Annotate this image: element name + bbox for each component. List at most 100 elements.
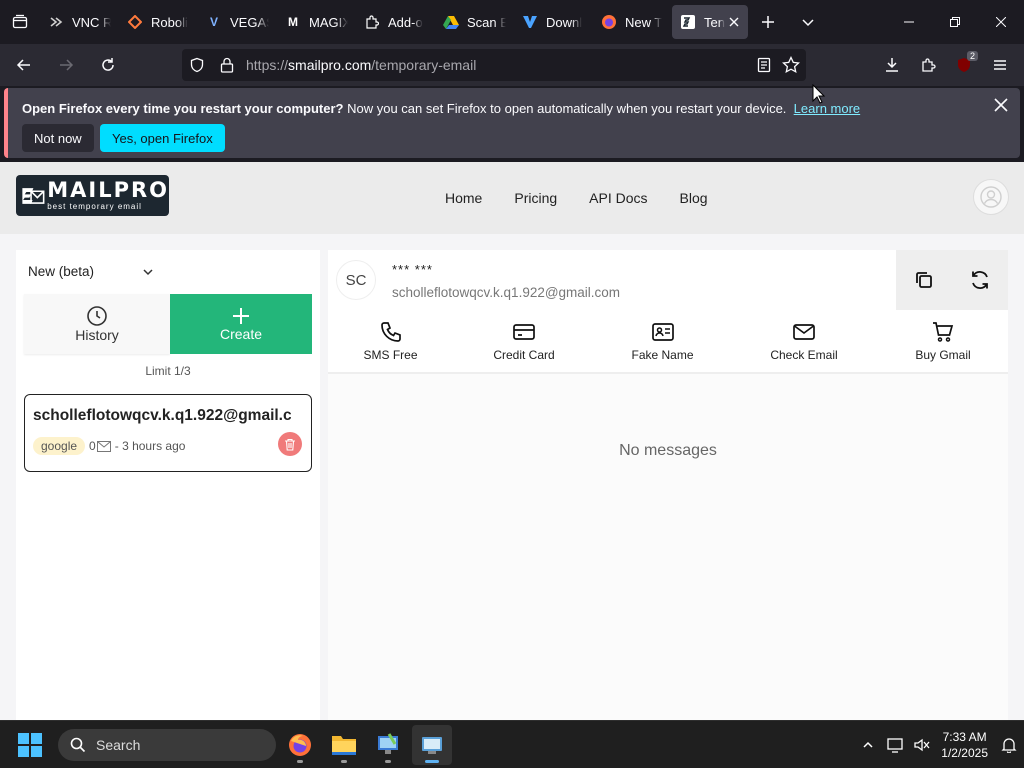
credit-card-link[interactable]: Credit Card xyxy=(453,310,595,372)
email-age: - 3 hours ago xyxy=(114,439,186,453)
taskbar-file-explorer[interactable] xyxy=(324,725,364,765)
close-window-button[interactable] xyxy=(978,0,1024,44)
browser-tab[interactable]: Add-o xyxy=(356,5,435,39)
puzzle-icon xyxy=(922,58,936,72)
vnc-icon xyxy=(48,14,64,30)
email-card[interactable]: scholleflotowqcv.k.q1.922@gmail.com goog… xyxy=(24,394,312,472)
web-page: MAILPRO best temporary email Home Pricin… xyxy=(0,162,1024,720)
puzzle-icon xyxy=(364,14,380,30)
browser-tab[interactable]: V VEGAS xyxy=(198,5,277,39)
logo-title: MAILPRO xyxy=(47,178,169,202)
create-email-button[interactable]: Create xyxy=(170,294,312,354)
notification-close-button[interactable] xyxy=(994,98,1008,117)
taskbar-firefox[interactable] xyxy=(280,725,320,765)
notification-title: Open Firefox every time you restart your… xyxy=(22,101,344,116)
volume-status[interactable] xyxy=(909,737,935,753)
check-email-link[interactable]: Check Email xyxy=(730,310,878,372)
minimize-button[interactable] xyxy=(886,0,932,44)
extensions-button[interactable] xyxy=(910,49,946,81)
services-bar: SMS Free Credit Card Fake Name Check Ema… xyxy=(328,310,1008,374)
refresh-icon xyxy=(972,271,988,289)
inbox-address[interactable]: scholleflotowqcv.k.q1.922@gmail.com xyxy=(392,285,620,300)
envelope-icon xyxy=(793,324,815,340)
refresh-inbox-button[interactable] xyxy=(952,250,1008,310)
tab-title: Ten xyxy=(704,14,725,30)
empty-inbox-message: No messages xyxy=(619,442,717,459)
browser-tab[interactable]: New T xyxy=(593,5,672,39)
lock-icon[interactable] xyxy=(212,57,242,73)
phone-icon xyxy=(380,322,401,342)
trash-icon xyxy=(285,438,295,451)
network-status[interactable] xyxy=(883,737,909,753)
learn-more-link[interactable]: Learn more xyxy=(794,101,860,116)
browser-tab[interactable]: Downl xyxy=(514,5,593,39)
browser-tab[interactable]: Scan E xyxy=(435,5,514,39)
tab-title: Downl xyxy=(546,14,583,30)
nav-home[interactable]: Home xyxy=(445,190,482,206)
sms-free-label: SMS Free xyxy=(363,348,418,362)
list-all-tabs-button[interactable] xyxy=(788,0,828,44)
inbox-panel: SC *** *** scholleflotowqcv.k.q1.922@gma… xyxy=(328,250,1008,720)
tab-title: Add-o xyxy=(388,14,423,30)
notifications-button[interactable] xyxy=(994,737,1024,753)
close-tab-icon[interactable] xyxy=(729,14,739,30)
bookmark-star-icon[interactable] xyxy=(782,56,800,74)
fake-name-link[interactable]: Fake Name xyxy=(595,310,730,372)
tab-title: VEGAS xyxy=(230,14,269,30)
mail-logo-icon xyxy=(22,187,45,204)
tracking-protection-shield-icon[interactable] xyxy=(182,57,212,73)
tab-title: New T xyxy=(625,14,663,30)
history-button[interactable]: History xyxy=(24,294,170,354)
sms-free-link[interactable]: SMS Free xyxy=(328,310,453,372)
browser-tab[interactable]: Roboli xyxy=(119,5,198,39)
email-type-select[interactable]: New (beta) xyxy=(28,264,154,279)
message-count: 0 xyxy=(89,439,96,453)
taskbar-clock[interactable]: 7:33 AM 1/2/2025 xyxy=(941,729,988,761)
reload-button[interactable] xyxy=(90,49,126,81)
site-logo[interactable]: MAILPRO best temporary email xyxy=(16,175,169,216)
notification-message: Open Firefox every time you restart your… xyxy=(22,101,860,116)
forward-button[interactable] xyxy=(48,49,84,81)
not-now-button[interactable]: Not now xyxy=(22,124,94,152)
firefox-view-button[interactable] xyxy=(0,0,40,44)
notification-body: Now you can set Firefox to open automati… xyxy=(343,101,787,116)
url-bar[interactable]: https://smailpro.com/temporary-email xyxy=(182,49,806,81)
new-tab-button[interactable] xyxy=(748,0,788,44)
show-hidden-icons-button[interactable] xyxy=(853,739,883,751)
search-label: Search xyxy=(96,737,141,753)
plus-icon xyxy=(233,308,249,324)
restore-button[interactable] xyxy=(932,0,978,44)
nav-pricing[interactable]: Pricing xyxy=(514,190,557,206)
firefox-startup-notification: Open Firefox every time you restart your… xyxy=(4,88,1020,158)
browser-tab[interactable]: VNC R xyxy=(40,5,119,39)
email-actions: History Create xyxy=(24,294,312,354)
windows-start-icon[interactable] xyxy=(18,733,42,757)
clock-time: 7:33 AM xyxy=(942,730,987,744)
user-account-button[interactable] xyxy=(973,179,1009,215)
firefox-icon xyxy=(289,734,311,756)
reader-view-icon[interactable] xyxy=(756,57,772,73)
taskbar-search[interactable]: Search xyxy=(58,729,276,761)
browser-tab[interactable]: M MAGIX xyxy=(277,5,356,39)
url-text[interactable]: https://smailpro.com/temporary-email xyxy=(246,57,476,73)
app-menu-button[interactable] xyxy=(982,49,1018,81)
copy-address-button[interactable] xyxy=(896,250,952,310)
taskbar-remote-desktop[interactable] xyxy=(412,725,452,765)
inbox-avatar: SC xyxy=(336,260,376,300)
minimize-icon xyxy=(904,21,914,23)
open-firefox-button[interactable]: Yes, open Firefox xyxy=(100,124,225,152)
buy-gmail-label: Buy Gmail xyxy=(915,348,971,362)
history-label: History xyxy=(75,327,119,343)
nav-api-docs[interactable]: API Docs xyxy=(589,190,647,206)
ublock-extension-button[interactable]: 2 xyxy=(946,49,982,81)
download-icon xyxy=(886,58,898,72)
buy-gmail-link[interactable]: Buy Gmail xyxy=(878,310,1008,372)
firefox-icon xyxy=(601,14,617,30)
nav-blog[interactable]: Blog xyxy=(680,190,708,206)
downloads-button[interactable] xyxy=(874,49,910,81)
back-button[interactable] xyxy=(6,49,42,81)
taskbar-app[interactable] xyxy=(368,725,408,765)
browser-tab[interactable]: Ten xyxy=(672,5,748,39)
vegas-icon: V xyxy=(209,15,218,29)
delete-email-button[interactable] xyxy=(278,432,302,456)
